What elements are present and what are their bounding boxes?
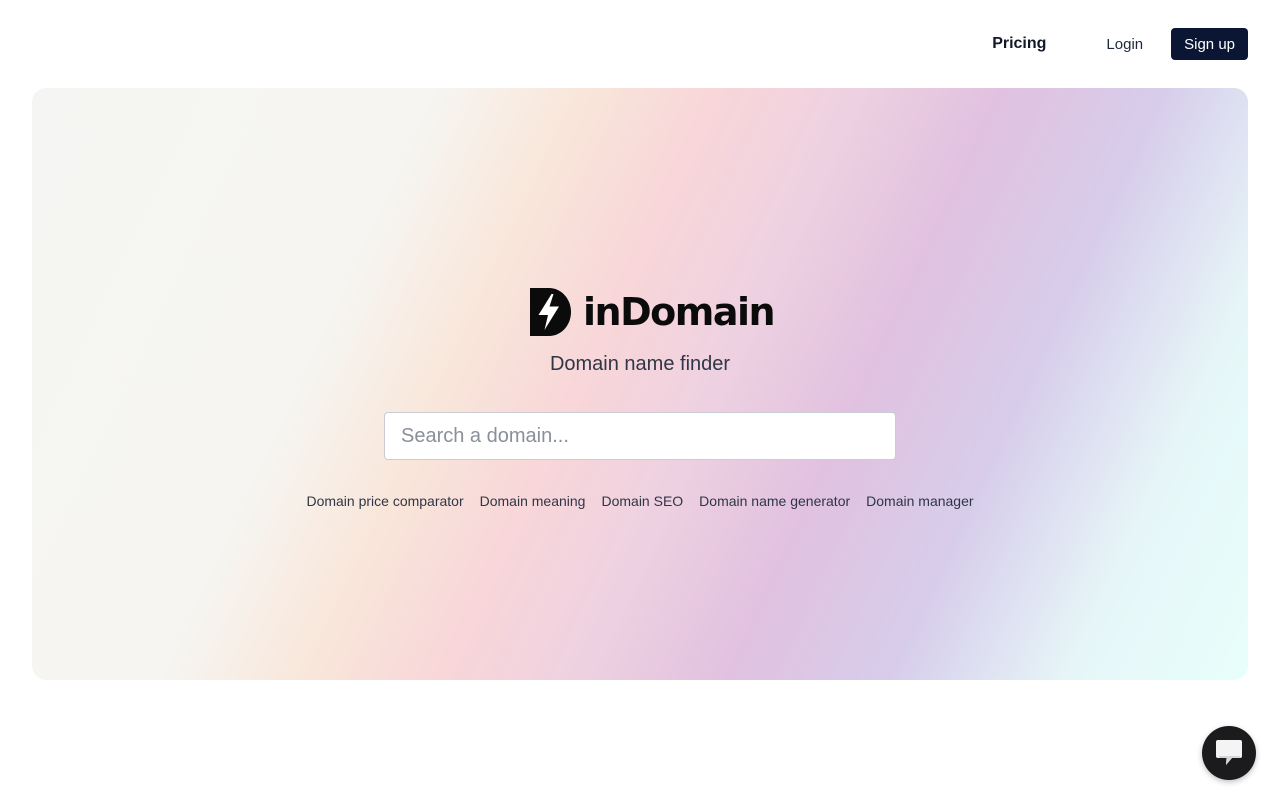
chat-bubble-icon [1216, 740, 1242, 765]
brand-name: inDomain [583, 290, 776, 334]
brand-logo: inDomain [530, 288, 776, 336]
hero-panel: inDomain Domain name finder Domain price… [32, 88, 1248, 680]
link-domain-seo[interactable]: Domain SEO [601, 493, 683, 509]
lightning-bolt-icon [530, 288, 571, 336]
pricing-link[interactable]: Pricing [992, 35, 1046, 53]
login-link[interactable]: Login [1106, 36, 1143, 53]
link-domain-meaning[interactable]: Domain meaning [480, 493, 586, 509]
domain-search-input[interactable] [384, 412, 896, 460]
signup-button[interactable]: Sign up [1171, 28, 1248, 60]
hero-subtitle: Domain name finder [549, 353, 731, 375]
link-domain-price-comparator[interactable]: Domain price comparator [306, 493, 463, 509]
quick-links: Domain price comparator Domain meaning D… [32, 493, 1248, 509]
chat-launcher-button[interactable] [1202, 726, 1256, 780]
link-domain-manager[interactable]: Domain manager [866, 493, 973, 509]
link-domain-name-generator[interactable]: Domain name generator [699, 493, 850, 509]
top-navigation: Pricing Login Sign up [992, 28, 1248, 60]
